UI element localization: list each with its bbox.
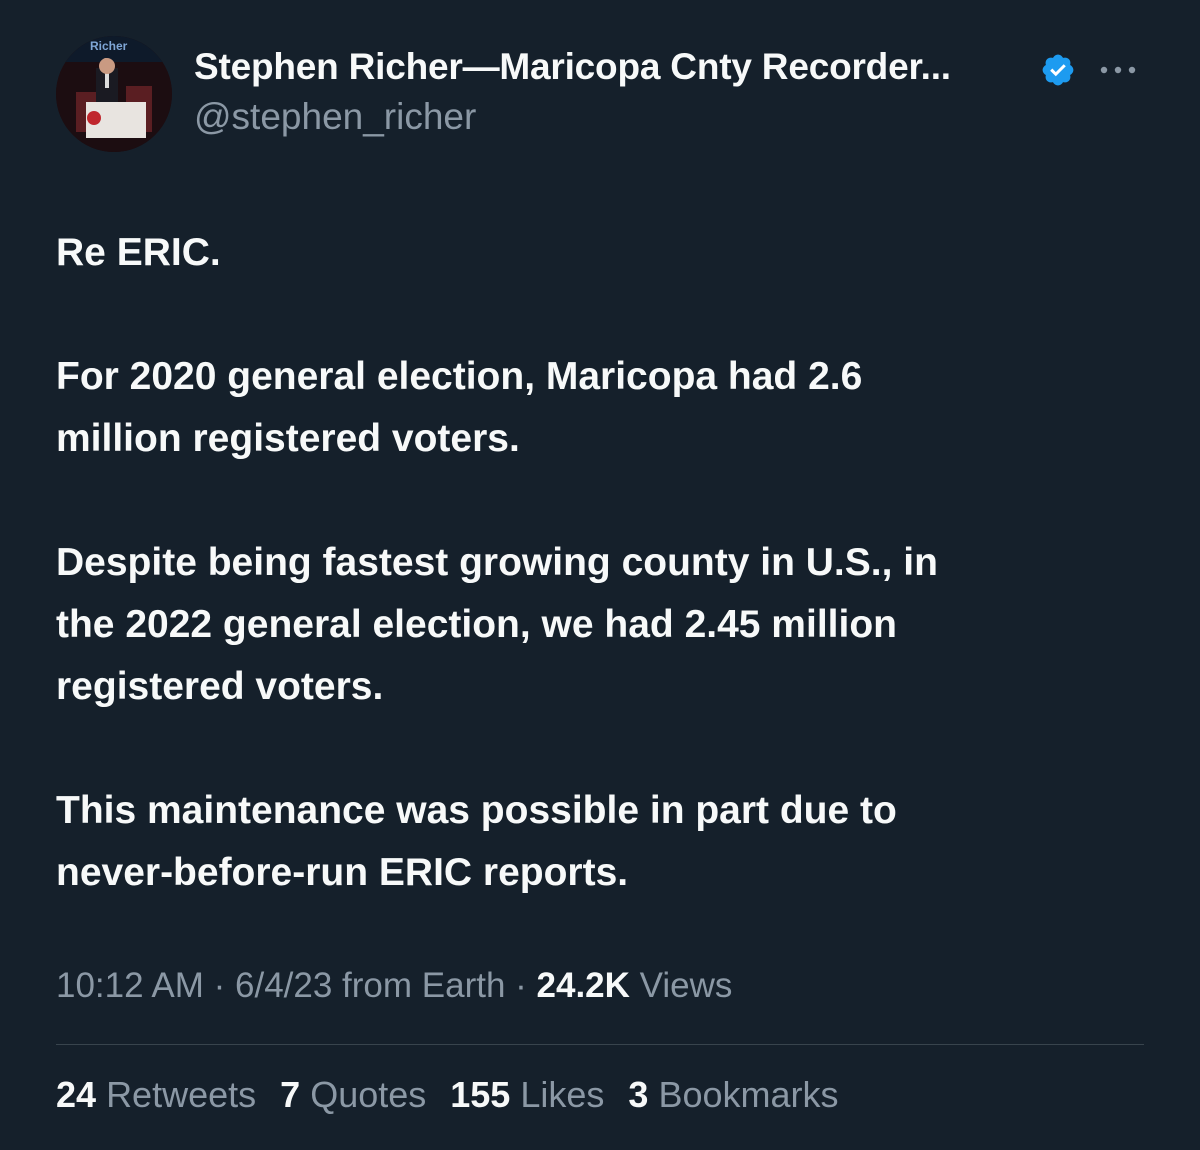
verified-badge-icon: [1042, 54, 1074, 86]
likes-label: Likes: [520, 1074, 605, 1115]
avatar[interactable]: Richer: [56, 36, 172, 152]
tweet-metadata: 10:12 AM · 6/4/23 from Earth · 24.2K Vie…: [56, 966, 732, 1006]
author-handle[interactable]: @stephen_richer: [194, 96, 476, 138]
engagement-stats: 24 Retweets 7 Quotes 155 Likes 3 Bookmar…: [56, 1074, 839, 1116]
tweet-paragraph: For 2020 general election, Maricopa had …: [56, 355, 863, 460]
retweets-label: Retweets: [106, 1074, 257, 1115]
tweet-detail: Richer Stephen Richer—Maricopa Cnty Reco…: [0, 0, 1200, 1150]
avatar-photo: Richer: [56, 36, 172, 152]
quotes-label: Quotes: [310, 1074, 427, 1115]
author-display-name[interactable]: Stephen Richer—Maricopa Cnty Recorder...: [194, 46, 951, 88]
divider: [56, 1044, 1144, 1045]
retweets-count: 24: [56, 1074, 97, 1115]
views-label: Views: [629, 966, 733, 1005]
likes-count: 155: [450, 1074, 511, 1115]
tweet-text: Re ERIC. For 2020 general election, Mari…: [56, 222, 1156, 904]
tweet-paragraph: Despite being fastest growing county in …: [56, 541, 938, 708]
bookmarks-label: Bookmarks: [658, 1074, 839, 1115]
quotes-stat[interactable]: 7 Quotes: [280, 1074, 426, 1116]
tweet-paragraph: This maintenance was possible in part du…: [56, 789, 897, 894]
views-count[interactable]: 24.2K: [537, 966, 630, 1005]
retweets-stat[interactable]: 24 Retweets: [56, 1074, 256, 1116]
quotes-count: 7: [280, 1074, 301, 1115]
meta-separator: ·: [505, 966, 537, 1005]
tweet-time[interactable]: 10:12 AM: [56, 966, 204, 1005]
likes-stat[interactable]: 155 Likes: [450, 1074, 604, 1116]
tweet-paragraph: Re ERIC.: [56, 231, 221, 274]
meta-separator: ·: [203, 966, 235, 1005]
bookmarks-stat[interactable]: 3 Bookmarks: [628, 1074, 838, 1116]
tweet-source: from Earth: [332, 966, 506, 1005]
more-options-icon[interactable]: [1096, 58, 1140, 82]
tweet-date[interactable]: 6/4/23: [235, 966, 332, 1005]
avatar-banner-text: Richer: [90, 39, 128, 53]
bookmarks-count: 3: [628, 1074, 649, 1115]
